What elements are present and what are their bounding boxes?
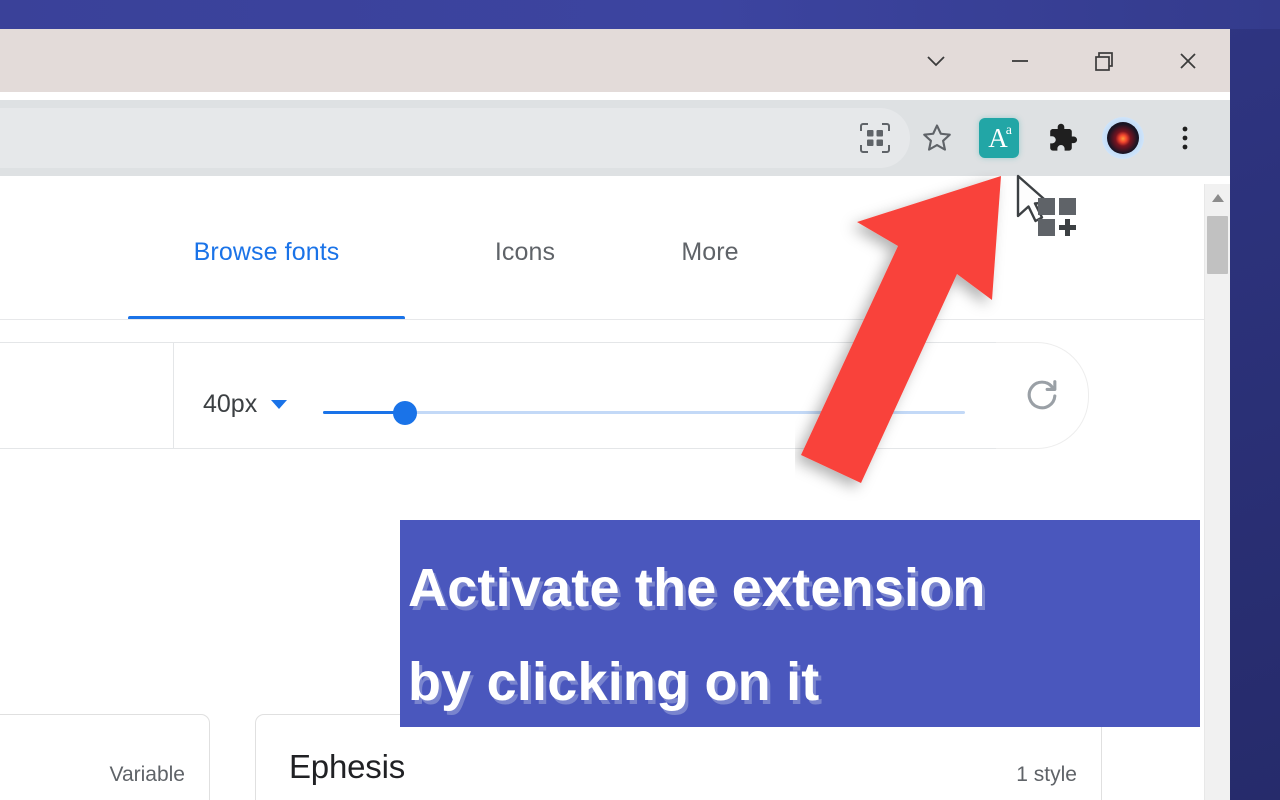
avatar-ring (1102, 117, 1144, 159)
tab-more[interactable]: More (630, 184, 790, 320)
profile-avatar-icon[interactable] (1092, 108, 1154, 168)
tab-browse-fonts[interactable]: Browse fonts (128, 184, 405, 320)
font-extension-badge: A a (979, 118, 1019, 158)
restore-icon[interactable] (1062, 29, 1146, 92)
mouse-cursor-with-extension-badge (1010, 172, 1080, 240)
font-size-select[interactable]: 40px (203, 390, 288, 419)
font-card[interactable]: Variable (0, 714, 210, 800)
font-card-meta: Variable (109, 763, 186, 786)
extension-letter-a: a (1005, 123, 1012, 138)
title-bar (0, 29, 1230, 92)
font-size-control-row: 40px (0, 342, 1000, 449)
tab-icons[interactable]: Icons (445, 184, 605, 320)
control-divider-left (173, 343, 174, 448)
slider-thumb[interactable] (393, 401, 417, 425)
vertical-scrollbar[interactable] (1204, 184, 1230, 800)
scrollbar-thumb[interactable] (1207, 216, 1228, 274)
font-extension-icon[interactable]: A a (968, 108, 1030, 168)
bookmark-star-icon[interactable] (906, 108, 968, 168)
font-card-title: Ephesis (289, 748, 406, 785)
chevron-down-icon (271, 400, 288, 409)
window-top-strip (0, 0, 1280, 29)
qr-code-icon[interactable] (844, 108, 906, 168)
browser-toolbar: A a (0, 92, 1230, 184)
reset-button[interactable] (996, 342, 1089, 449)
callout-banner: Activate the extension by clicking on it (400, 520, 1200, 727)
font-card-meta: 1 style (1016, 763, 1077, 786)
slider-track (323, 411, 965, 414)
callout-line-1: Activate the extension (408, 558, 986, 618)
chrome-menu-icon[interactable] (1154, 108, 1216, 168)
extension-letter-A: A (988, 122, 1007, 153)
scroll-up-arrow-icon[interactable] (1205, 184, 1230, 212)
address-bar[interactable] (0, 108, 910, 168)
refresh-icon (1027, 379, 1057, 409)
minimize-icon[interactable] (978, 29, 1062, 92)
toolbar-icon-group: A a (844, 108, 1216, 168)
callout-line-2: by clicking on it (408, 652, 820, 712)
font-size-value: 40px (203, 390, 258, 418)
toolbar-background: A a (0, 100, 1230, 176)
close-icon[interactable] (1146, 29, 1230, 92)
avatar (1107, 122, 1139, 154)
window-controls (894, 29, 1230, 92)
chevron-down-icon[interactable] (894, 29, 978, 92)
extensions-puzzle-icon[interactable] (1030, 108, 1092, 168)
font-size-slider[interactable] (323, 401, 965, 425)
tab-bar-border (0, 319, 1205, 320)
